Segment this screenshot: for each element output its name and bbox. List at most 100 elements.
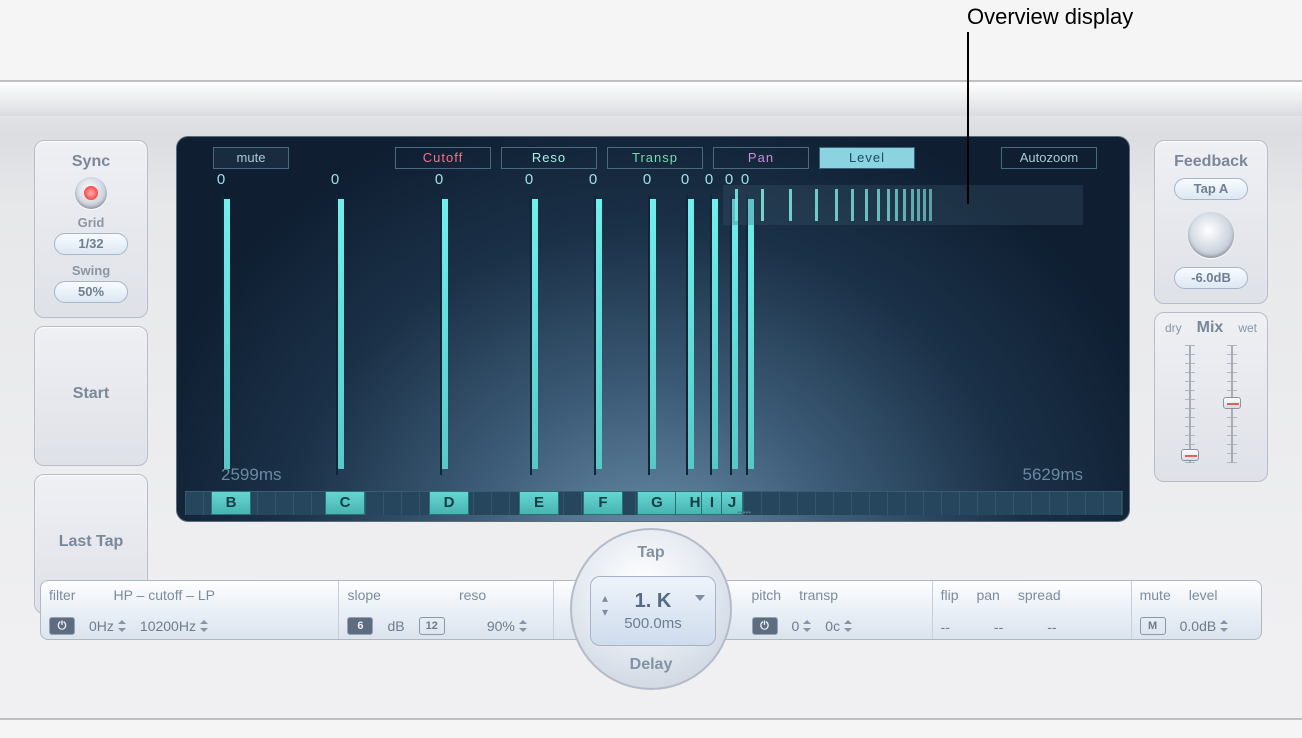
overview-display[interactable] [723,185,1083,225]
overview-tap [887,189,890,221]
dry-slider[interactable] [1181,341,1199,467]
tap-letter-D[interactable]: D [429,491,469,515]
left-module-stack: Sync Grid 1/32 Swing 50% Start Last Tap [34,140,148,622]
start-label: Start [39,385,143,403]
tap-zero: 0 [705,171,713,188]
overview-tap [895,189,898,221]
feedback-db[interactable]: -6.0dB [1174,267,1248,289]
tap-bar[interactable] [529,195,541,475]
mode-level[interactable]: Level [819,147,915,169]
slope-db: dB [387,618,404,634]
tap-zero: 0 [681,171,689,188]
grid-label: Grid [39,215,143,230]
tap-letter-G[interactable]: G [637,491,677,515]
spread-label: spread [1018,587,1061,603]
tap-name[interactable]: 1. K [635,590,672,613]
tap-letter-I[interactable]: I [701,491,723,515]
transp-value[interactable]: 0c [825,618,852,634]
tap-bar[interactable] [335,195,347,475]
tap-bar[interactable] [745,195,757,475]
slope-12[interactable]: 12 [419,617,445,635]
sync-led[interactable] [75,177,107,209]
sync-module: Sync Grid 1/32 Swing 50% [34,140,148,318]
tap-graph[interactable] [185,195,1123,475]
time-left: 2599ms [221,465,281,485]
feedback-title: Feedback [1159,153,1263,171]
mode-reso[interactable]: Reso [501,147,597,169]
filter-lp-value[interactable]: 10200Hz [140,618,208,634]
reso-value[interactable]: 90% [487,618,527,634]
tap-bar[interactable] [729,195,741,475]
flip-value[interactable]: -- [941,619,950,635]
slope-6[interactable]: 6 [347,617,373,635]
tap-letter-F[interactable]: F [583,491,623,515]
filter-group: filter HP – cutoff – LP ⏻ 0Hz 10200Hz [41,581,339,639]
tap-zero: 0 [331,171,339,188]
slope-label: slope [347,587,380,603]
overview-tap [735,189,738,221]
tap-zero: 0 [643,171,651,188]
mode-transp[interactable]: Transp [607,147,703,169]
right-module-stack: Feedback Tap A -6.0dB dry Mix wet [1154,140,1268,482]
tap-bar[interactable] [593,195,605,475]
overview-tap [865,189,868,221]
mix-wet-label: wet [1238,321,1257,335]
mute-label: mute [1140,587,1171,603]
tap-letter-strip[interactable]: BCDEFGHIJ ••••• [185,489,1123,515]
tap-zero: 0 [525,171,533,188]
tap-bar[interactable] [647,195,659,475]
wet-slider[interactable] [1223,341,1241,467]
tap-delay-medallion: Tap ▴▾ 1. K 500.0ms Delay [570,528,732,690]
overview-tap [815,189,818,221]
filter-power[interactable]: ⏻ [49,617,75,635]
tap-letter-C[interactable]: C [325,491,365,515]
pitch-group: pitch transp ⏻ 0 0c [744,581,933,639]
callout-pointer [967,32,969,204]
tap-bar[interactable] [685,195,697,475]
spread-value[interactable]: -- [1047,619,1056,635]
swing-label: Swing [39,263,143,278]
feedback-module: Feedback Tap A -6.0dB [1154,140,1268,304]
mix-dry-label: dry [1165,321,1182,335]
autozoom-button[interactable]: Autozoom [1001,147,1097,169]
swing-value[interactable]: 50% [54,281,128,303]
flip-label: flip [941,587,959,603]
filter-label: filter [49,587,75,603]
overview-tap [835,189,838,221]
pan-group: flip pan spread -- -- -- [933,581,1132,639]
pitch-power[interactable]: ⏻ [752,617,778,635]
tap-bar[interactable] [221,195,233,475]
tap-letter-B[interactable]: B [211,491,251,515]
overview-tap [851,189,854,221]
mode-pan[interactable]: Pan [713,147,809,169]
tap-time[interactable]: 500.0ms [624,615,682,632]
callout-label: Overview display [967,4,1133,30]
feedback-tap-select[interactable]: Tap A [1174,178,1248,200]
tap-letter-E[interactable]: E [519,491,559,515]
tap-zero: 0 [217,171,225,188]
transp-label: transp [799,587,838,603]
pitch-value[interactable]: 0 [792,618,812,634]
output-group: mute level M 0.0dB [1132,581,1261,639]
medallion-tap-label: Tap [572,544,730,562]
tap-bar[interactable] [439,195,451,475]
chassis-gloss [0,82,1302,116]
mode-cutoff[interactable]: Cutoff [395,147,491,169]
level-value[interactable]: 0.0dB [1180,618,1229,634]
mute-toggle[interactable]: M [1140,617,1166,635]
filter-header: HP – cutoff – LP [113,587,214,603]
filter-hp-value[interactable]: 0Hz [89,618,126,634]
start-button[interactable]: Start [34,326,148,466]
feedback-knob[interactable] [1188,212,1234,258]
medallion-inner[interactable]: ▴▾ 1. K 500.0ms [590,576,716,646]
overview-tap [929,189,932,221]
mix-module: dry Mix wet [1154,312,1268,482]
tap-bar[interactable] [709,195,721,475]
mix-title: Mix [1197,319,1224,337]
display-top-row: mute Cutoff Reso Transp Pan Level Autozo… [177,143,1129,169]
grid-value[interactable]: 1/32 [54,233,128,255]
mute-button[interactable]: mute [213,147,289,169]
pan-value[interactable]: -- [994,619,1003,635]
overview-tap [911,189,914,221]
slope-group: slope reso 6 dB 12 90% [339,581,554,639]
